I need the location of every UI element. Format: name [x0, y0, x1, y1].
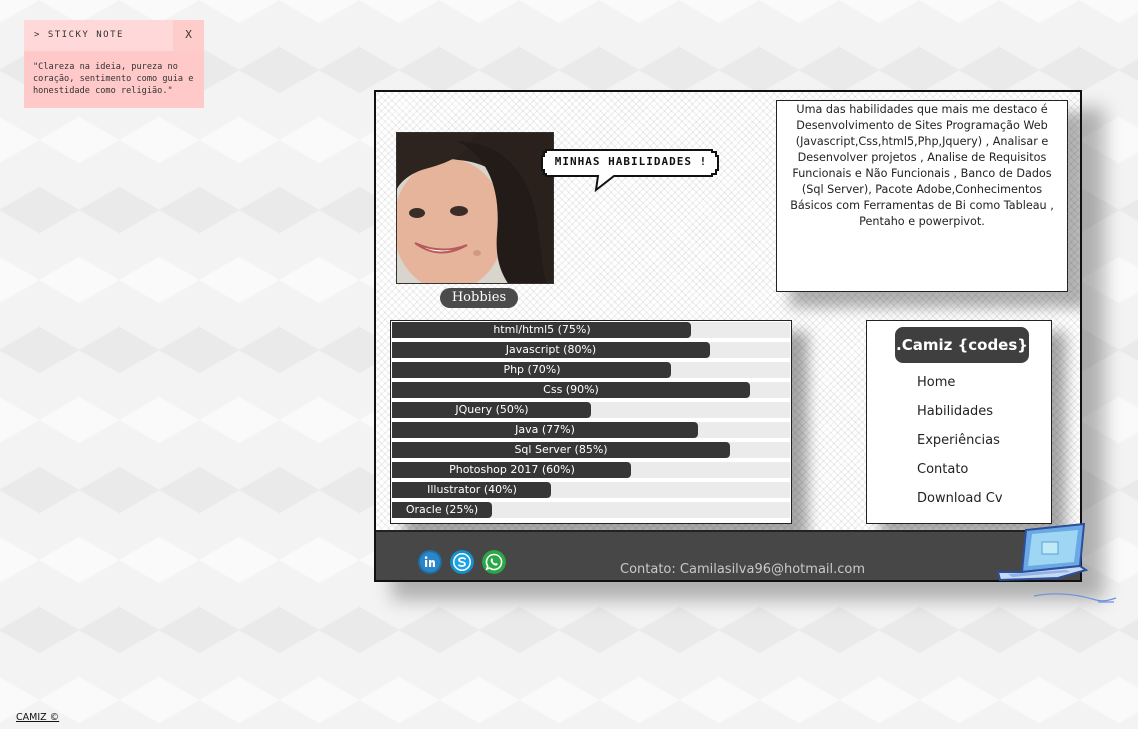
whatsapp-icon[interactable]: [482, 550, 506, 574]
nav-item-contato[interactable]: Contato: [917, 462, 968, 477]
skill-bar-row: Sql Server (85%): [392, 442, 790, 458]
nav-menu: .Camiz {codes} Home Habilidades Experiên…: [866, 320, 1052, 524]
skill-bar-fill: html/html5 (75%): [392, 322, 691, 338]
brand-logo[interactable]: .Camiz {codes}: [895, 327, 1029, 363]
skill-bar-fill: JQuery (50%): [392, 402, 591, 418]
skill-bar-label: Css (90%): [543, 383, 599, 396]
skill-bar-row: Photoshop 2017 (60%): [392, 462, 790, 478]
nav-item-home[interactable]: Home: [917, 375, 955, 390]
portrait-image: [397, 133, 553, 283]
skill-bar-fill: Photoshop 2017 (60%): [392, 462, 631, 478]
skill-bar-label: Oracle (25%): [405, 503, 479, 516]
nav-item-experiencias[interactable]: Experiências: [917, 433, 1000, 448]
skill-bar-fill: Sql Server (85%): [392, 442, 730, 458]
skill-bar-fill: Java (77%): [392, 422, 698, 438]
skill-bar-row: Illustrator (40%): [392, 482, 790, 498]
skill-bar-fill: Css (90%): [392, 382, 750, 398]
skill-bar-row: html/html5 (75%): [392, 322, 790, 338]
skype-icon[interactable]: [450, 550, 474, 574]
skill-bar-label: Php (70%): [503, 363, 561, 376]
skill-bar-label: html/html5 (75%): [493, 323, 591, 336]
skill-bar-fill: Php (70%): [392, 362, 671, 378]
speech-bubble-text: MINHAS HABILIDADES !: [554, 155, 708, 168]
sticky-note: > STICKY NOTE X "Clareza na ideia, purez…: [24, 20, 204, 108]
skill-bar-label: Photoshop 2017 (60%): [449, 463, 575, 476]
skill-bar-row: Php (70%): [392, 362, 790, 378]
skill-bar-row: Oracle (25%): [392, 502, 790, 518]
skill-bar-row: JQuery (50%): [392, 402, 790, 418]
skills-panel: html/html5 (75%) Javascript (80%) Php (70%…: [390, 320, 792, 524]
skill-bar-label: Javascript (80%): [505, 343, 597, 356]
skill-bar-label: Sql Server (85%): [514, 443, 608, 456]
sticky-note-title: > STICKY NOTE: [34, 30, 124, 40]
skill-bar-fill: Illustrator (40%): [392, 482, 551, 498]
sticky-note-close-button[interactable]: X: [173, 20, 204, 51]
card-footer: Contato: Camilasilva96@hotmail.com: [376, 530, 1080, 580]
skill-bar-label: JQuery (50%): [455, 403, 529, 416]
footer-contact-email[interactable]: Contato: Camilasilva96@hotmail.com: [620, 562, 865, 577]
skill-bar-label: Java (77%): [515, 423, 575, 436]
profile-photo: [396, 132, 554, 284]
sticky-note-header: > STICKY NOTE X: [24, 20, 204, 51]
laptop-decoration: [996, 522, 1120, 606]
sticky-note-text: "Clareza na ideia, pureza no coração, se…: [33, 62, 194, 96]
nav-item-download-cv[interactable]: Download Cv: [917, 491, 1003, 506]
skill-bar-row: Css (90%): [392, 382, 790, 398]
skill-bar-fill: Javascript (80%): [392, 342, 710, 358]
skill-bar-fill: Oracle (25%): [392, 502, 492, 518]
skill-bar-row: Javascript (80%): [392, 342, 790, 358]
page-footer-credit[interactable]: CAMIZ ©: [16, 712, 59, 723]
linkedin-icon[interactable]: [418, 550, 442, 574]
skills-description: Uma das habilidades que mais me destaco …: [776, 100, 1068, 292]
hobbies-button[interactable]: Hobbies: [440, 288, 518, 308]
main-card: Hobbies MINHAS HABILIDADES ! Uma das hab…: [374, 90, 1082, 582]
skill-bar-label: Illustrator (40%): [427, 483, 517, 496]
skill-bar-row: Java (77%): [392, 422, 790, 438]
laptop-icon: [996, 522, 1117, 603]
nav-item-habilidades[interactable]: Habilidades: [917, 404, 993, 419]
